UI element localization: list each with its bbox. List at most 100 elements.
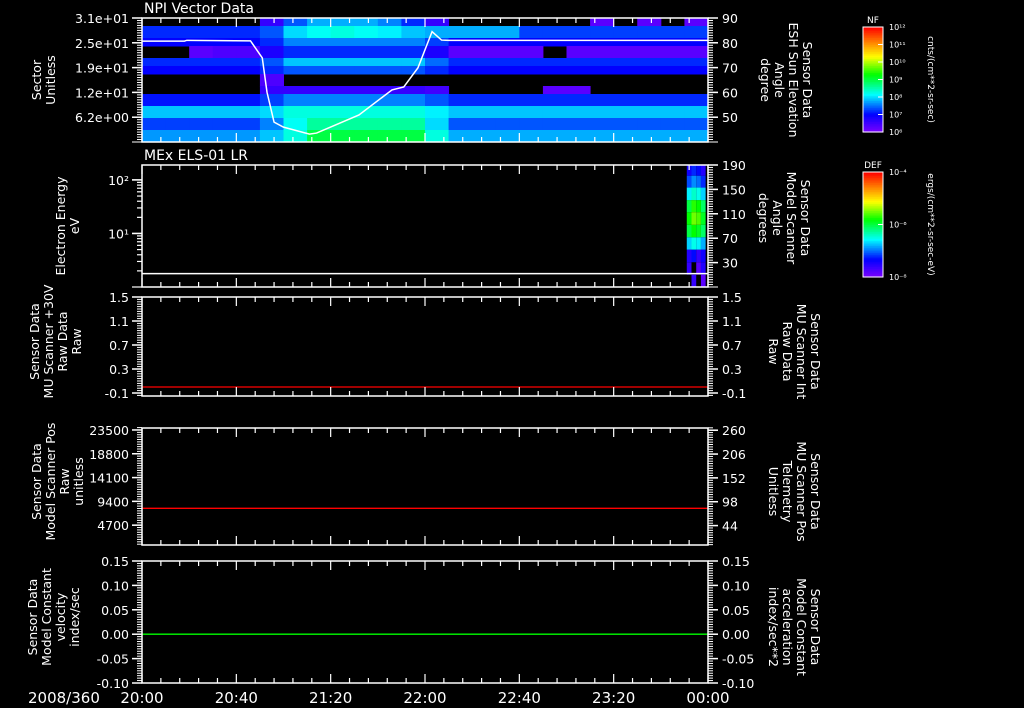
spectrogram-cell: [448, 118, 473, 131]
spectrogram-cell: [354, 18, 379, 27]
spectrogram-cell: [212, 58, 237, 67]
panel-4-ylabel-line: Raw: [57, 468, 72, 494]
panel-5-y-tick-label: -0.05: [97, 652, 129, 667]
spectrogram-cell: [307, 26, 332, 39]
panel-4-right-ylabel-line: Sensor Data: [808, 453, 823, 530]
spectrogram-cell: [660, 118, 685, 131]
spectrogram-cell: [189, 130, 214, 143]
panel-2-y-tick-label: 70: [722, 231, 738, 246]
panel-4-y-tick-label: 206: [722, 447, 746, 462]
spectrogram-cell: [590, 18, 615, 27]
spectrogram-cell: [236, 58, 261, 67]
spectrogram-cell: [259, 38, 284, 47]
spectrogram-cell: [472, 130, 497, 143]
panel-3-right-ylabel-line: Raw Data: [780, 321, 795, 381]
spectrogram-cell: [283, 18, 308, 27]
panel-1-y-tick-label: 1.2e+01: [75, 85, 129, 100]
spectrogram-cell: [165, 66, 190, 75]
spectrogram-cell: [566, 26, 591, 39]
spectrogram-cell: [425, 130, 450, 143]
spectrogram-cell: [613, 118, 638, 131]
spectrogram-cell: [283, 86, 308, 95]
panel-1-ylabel-line: Sector: [29, 59, 44, 100]
spectrogram-cell: [377, 118, 402, 131]
spectrogram-cell: [212, 94, 237, 107]
spectrogram-cell: [307, 38, 332, 47]
spectrogram-cell: [283, 26, 308, 39]
spectrogram-cell: [330, 58, 355, 67]
colorbar-1-tick-label: 10¹⁰: [889, 58, 906, 67]
spectrogram-cell: [283, 46, 308, 59]
spectrogram-cell: [212, 46, 237, 59]
spectrogram-cell: [236, 46, 261, 59]
spectrogram-cell: [637, 118, 662, 131]
spectrogram-cell: [189, 46, 214, 59]
spectrogram-cell: [613, 66, 638, 75]
els-spectrogram-cell: [696, 165, 701, 176]
spectrogram-cell: [495, 46, 520, 59]
spectrogram-cell: [377, 130, 402, 143]
spectrogram-cell: [189, 106, 214, 119]
spectrogram-cell: [684, 18, 709, 27]
date-label: 2008/360: [28, 689, 100, 707]
colorbar-1-tick-label: 10¹²: [889, 23, 906, 32]
spectrogram-cell: [259, 86, 284, 95]
spectrogram-cell: [566, 58, 591, 67]
spectrogram-cell: [684, 94, 709, 107]
spectrogram-cell: [354, 130, 379, 143]
spectrogram-cell: [660, 46, 685, 59]
spectrogram-cell: [259, 118, 284, 131]
spectrogram-cell: [330, 94, 355, 107]
els-spectrogram-cell: [691, 187, 697, 201]
spectrogram-cell: [472, 106, 497, 119]
spectrogram-cell: [637, 46, 662, 59]
panel-4-y-tick-label: 44: [722, 519, 738, 534]
panel-1-y-tick-label: 2.5e+01: [75, 36, 129, 51]
spectrogram-cell: [259, 74, 284, 87]
spectrogram-cell: [377, 66, 402, 75]
spectrogram-cell: [330, 86, 355, 95]
spectrogram-cell: [307, 66, 332, 75]
spectrogram-cell: [495, 118, 520, 131]
panel-4-y-tick-label: 152: [722, 471, 746, 486]
panel-1-right-ylabel-line: Sensor Data: [800, 42, 815, 119]
panel-2-y-tick-label: 150: [722, 182, 746, 197]
panel-4-y-tick-label: 4700: [97, 518, 129, 533]
spectrogram-cell: [142, 106, 167, 119]
spectrogram-cell: [377, 38, 402, 47]
panel-1-title: NPI Vector Data: [144, 1, 254, 17]
spectrogram-cell: [165, 38, 190, 47]
panel-1-y-tick-label: 3.1e+01: [75, 11, 129, 26]
spectrogram-cell: [519, 130, 544, 143]
spectrogram-cell: [212, 130, 237, 143]
spectrogram-cell: [425, 118, 450, 131]
colorbar-1-tick-label: 10⁶: [889, 128, 902, 137]
spectrogram-cell: [542, 86, 567, 95]
spectrogram-cell: [259, 18, 284, 27]
spectrogram-cell: [330, 66, 355, 75]
spectrogram-cell: [401, 38, 426, 47]
spectrogram-cell: [590, 106, 615, 119]
spectrogram-cell: [590, 46, 615, 59]
els-spectrogram-cell: [700, 224, 706, 238]
spectrogram-cell: [448, 38, 473, 47]
spectrogram-cell: [590, 38, 615, 47]
spectrogram-cell: [590, 118, 615, 131]
spectrogram-cell: [283, 94, 308, 107]
spectrogram-cell: [377, 18, 402, 27]
spectrogram-cell: [165, 130, 190, 143]
spectrogram-cell: [519, 38, 544, 47]
panel-1-right-ylabel-line: ESH Sun Elevation: [786, 22, 801, 137]
panel-1-y-tick-label: 70: [722, 61, 738, 76]
spectrogram-cell: [613, 46, 638, 59]
spectrogram-cell: [283, 106, 308, 119]
panel-2-title: MEx ELS-01 LR: [144, 148, 248, 164]
els-spectrogram-cell: [696, 212, 701, 225]
spectrogram-cell: [189, 26, 214, 39]
spectrogram-cell: [566, 106, 591, 119]
panel-5-y-tick-label: 0.10: [722, 578, 750, 593]
panel-5-ylabel-line: index/sec: [67, 587, 82, 647]
panel-5-ylabel-line: velocity: [53, 592, 68, 641]
els-spectrogram-cell: [700, 165, 706, 176]
els-spectrogram-cell: [686, 187, 692, 201]
